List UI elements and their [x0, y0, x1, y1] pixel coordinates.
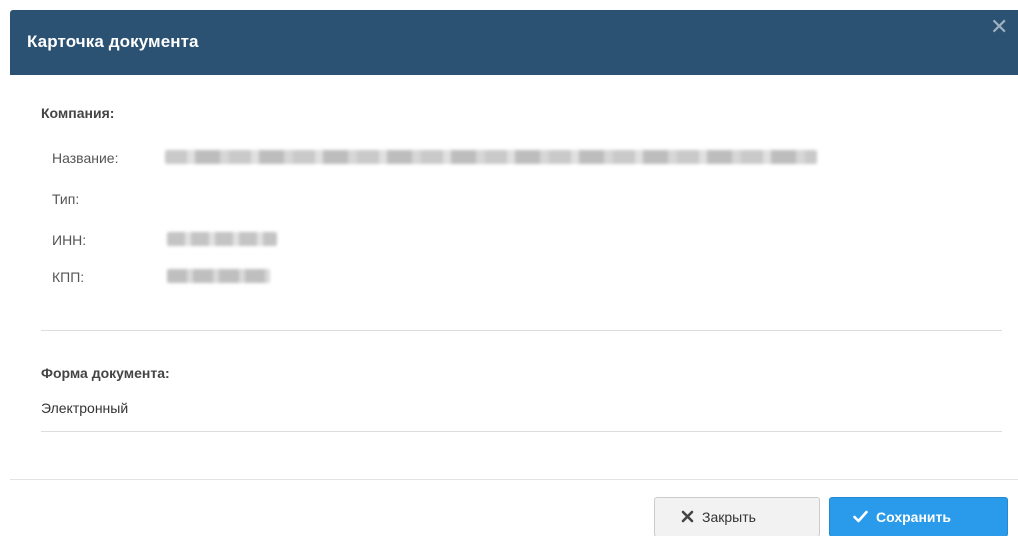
dialog-title: Карточка документа — [27, 32, 199, 51]
section-divider — [41, 330, 1002, 331]
close-button[interactable]: Закрыть — [654, 497, 820, 536]
document-form-section-title: Форма документа: — [41, 365, 170, 381]
document-form-underline — [41, 431, 1002, 432]
name-label: Название: — [52, 150, 119, 166]
kpp-value-redacted — [167, 269, 270, 283]
footer-divider — [10, 479, 1018, 480]
dialog-header: Карточка документа — [10, 10, 1018, 75]
kpp-label: КПП: — [52, 269, 85, 285]
document-card-dialog: Карточка документа ✕ Компания: Название:… — [0, 0, 1018, 536]
company-section-title: Компания: — [41, 105, 115, 121]
close-icon[interactable]: ✕ — [990, 16, 1008, 38]
close-button-label: Закрыть — [702, 509, 756, 525]
document-form-value: Электронный — [41, 400, 129, 416]
inn-value-redacted — [167, 232, 277, 246]
company-name-value-redacted — [165, 150, 817, 164]
x-icon — [681, 510, 694, 525]
type-label: Тип: — [52, 191, 80, 207]
inn-label: ИНН: — [52, 232, 87, 248]
checkmark-icon — [853, 510, 868, 525]
save-button-label: Сохранить — [876, 509, 951, 525]
save-button[interactable]: Сохранить — [829, 497, 1008, 536]
